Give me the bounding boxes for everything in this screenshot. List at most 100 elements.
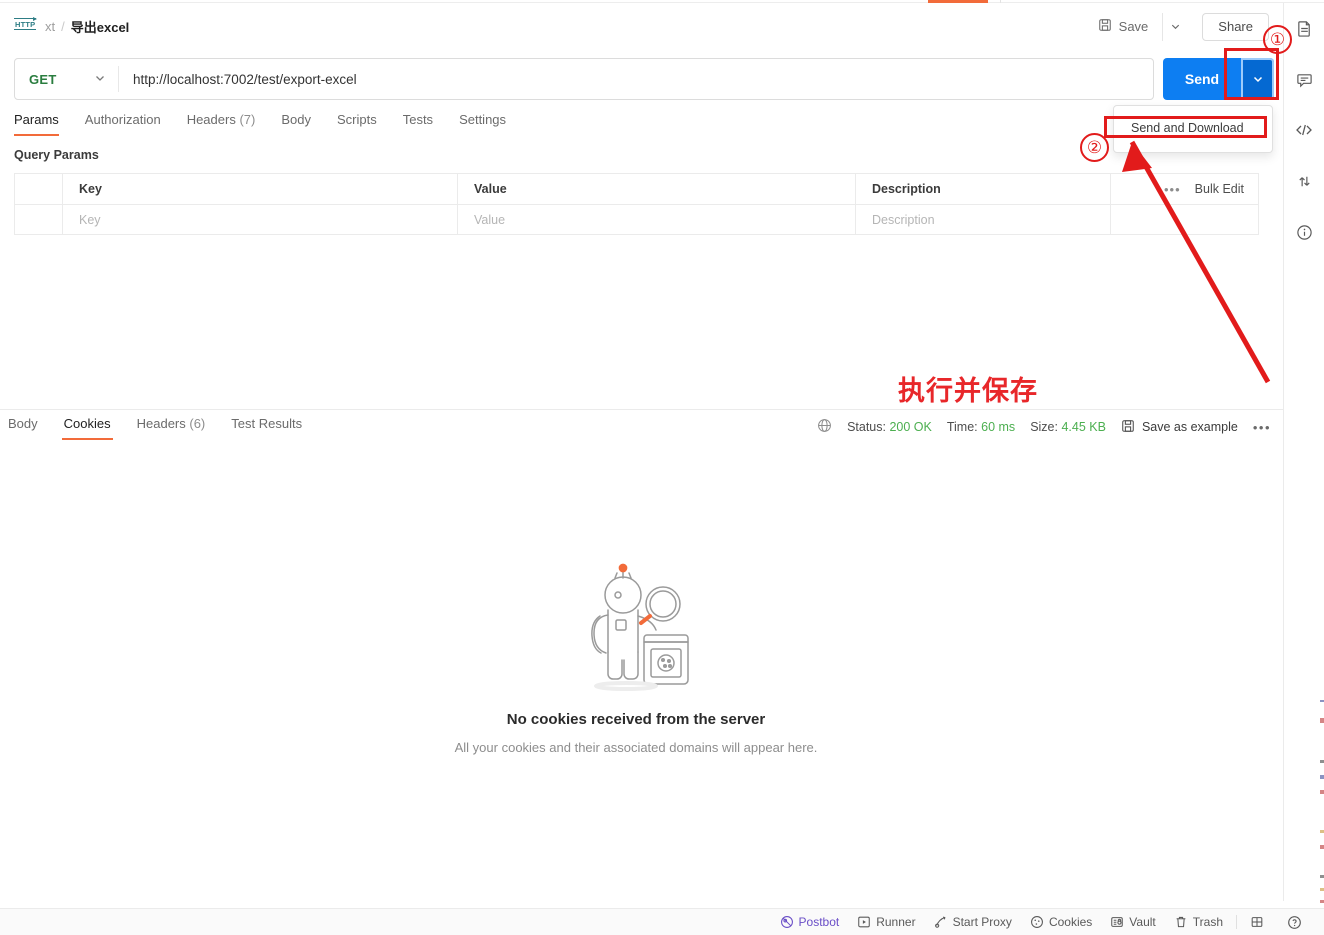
cookies-empty-state: No cookies received from the server All … [0, 560, 1272, 755]
row-key-input[interactable]: Key [79, 213, 101, 227]
comments-icon[interactable] [1291, 66, 1317, 92]
proxy-icon [934, 915, 948, 929]
documentation-icon[interactable] [1291, 15, 1317, 41]
row-description-input[interactable]: Description [872, 213, 935, 227]
tab-body[interactable]: Body [281, 112, 311, 136]
share-button[interactable]: Share [1202, 12, 1269, 41]
http-method-label: GET [29, 71, 57, 87]
save-as-example-label: Save as example [1141, 420, 1238, 434]
column-header-key: Key [79, 182, 102, 196]
response-tab-test-results[interactable]: Test Results [229, 416, 304, 440]
edge-artifact [1320, 700, 1324, 702]
send-button-group: Send [1163, 58, 1274, 100]
response-status: Status: 200 OK [847, 420, 932, 434]
send-options-caret[interactable] [1241, 58, 1274, 100]
response-tab-headers-count: (6) [189, 416, 206, 431]
save-as-example-button[interactable]: Save as example [1121, 419, 1238, 436]
tab-headers-count: (7) [239, 112, 256, 127]
trash-button[interactable]: Trash [1165, 909, 1232, 935]
save-button[interactable]: Save [1088, 13, 1159, 41]
response-more-options-icon[interactable]: ••• [1253, 420, 1271, 435]
start-proxy-label: Start Proxy [952, 915, 1012, 929]
tab-scripts[interactable]: Scripts [337, 112, 377, 136]
breadcrumb-collection[interactable]: xt [45, 19, 55, 34]
edge-artifact [1320, 900, 1324, 903]
edge-artifact [1320, 790, 1324, 794]
size-value: 4.45 KB [1061, 420, 1106, 434]
tab-settings[interactable]: Settings [459, 112, 506, 136]
tab-authorization[interactable]: Authorization [85, 112, 161, 136]
edge-artifact [1320, 775, 1324, 779]
tab-params[interactable]: Params [14, 112, 59, 136]
save-options-caret[interactable] [1162, 12, 1188, 41]
tab-tests-label: Tests [402, 112, 434, 127]
edge-artifact [1320, 845, 1324, 849]
annotation-note-text: 执行并保存 [898, 376, 1038, 407]
tab-headers[interactable]: Headers (7) [187, 112, 256, 136]
url-input[interactable] [119, 59, 1153, 99]
help-button[interactable] [1278, 909, 1316, 935]
bottom-status-bar: Postbot Runner Start Proxy Cookies Vault… [0, 908, 1324, 935]
code-snippet-icon[interactable] [1291, 117, 1317, 143]
time-value: 60 ms [981, 420, 1016, 434]
response-tab-cookies[interactable]: Cookies [61, 416, 113, 440]
http-method-selector[interactable]: GET [15, 59, 118, 99]
tab-body-label: Body [281, 112, 311, 127]
tab-scripts-label: Scripts [336, 112, 377, 127]
cookie-icon [1030, 915, 1044, 929]
share-button-label: Share [1218, 19, 1253, 34]
tab-authorization-label: Authorization [84, 112, 161, 127]
send-and-download-menu-item[interactable]: Send and Download [1114, 116, 1272, 140]
http-protocol-icon: HTTP [14, 16, 37, 36]
response-tab-headers[interactable]: Headers (6) [135, 416, 208, 440]
globe-icon[interactable] [817, 418, 832, 436]
url-input-box: GET [14, 58, 1154, 100]
request-header: HTTP xt / 导出excel Save Share [0, 3, 1283, 50]
breadcrumb-request-name[interactable]: 导出excel [71, 17, 130, 36]
robot-with-cookie-jar-illustration [571, 560, 701, 695]
edge-artifact [1320, 760, 1324, 763]
pane-splitter[interactable] [0, 409, 1283, 410]
floppy-disk-icon [1121, 419, 1135, 436]
header-actions: Save Share [1088, 12, 1269, 41]
tab-settings-label: Settings [459, 112, 507, 127]
layout-panels-button[interactable] [1241, 909, 1278, 935]
cookies-button[interactable]: Cookies [1021, 909, 1101, 935]
vault-label: Vault [1129, 915, 1156, 929]
vault-lock-icon [1110, 915, 1124, 929]
postbot-label: Postbot [798, 915, 840, 929]
start-proxy-button[interactable]: Start Proxy [925, 909, 1021, 935]
send-button[interactable]: Send [1163, 58, 1241, 100]
info-icon[interactable] [1291, 219, 1317, 245]
sync-changes-icon[interactable] [1291, 168, 1317, 194]
annotation-arrow [1122, 140, 1271, 384]
postman-window: HTTP xt / 导出excel Save Share GET http://… [0, 0, 1324, 935]
cookies-label: Cookies [1048, 915, 1093, 929]
request-tabs: Params Authorization Headers (7) Body Sc… [14, 112, 506, 136]
chevron-down-icon [94, 72, 106, 87]
postbot-icon [780, 915, 794, 929]
row-checkbox-cell[interactable] [15, 205, 63, 234]
response-tab-body[interactable]: Body [6, 416, 40, 440]
row-value-input[interactable]: Value [474, 213, 505, 227]
edge-artifact [1320, 830, 1324, 833]
size-label: Size: [1030, 420, 1058, 434]
more-options-icon[interactable]: ••• [1164, 182, 1181, 197]
tab-tests[interactable]: Tests [403, 112, 433, 136]
runner-button[interactable]: Runner [848, 909, 924, 935]
edge-artifact [1320, 718, 1324, 723]
table-header-row: Key Value Description ••• Bulk Edit [14, 173, 1259, 204]
annotation-marker-two: ② [1080, 133, 1109, 162]
postbot-button[interactable]: Postbot [771, 909, 849, 935]
query-params-table: Key Value Description ••• Bulk Edit Key … [14, 173, 1259, 235]
save-button-label: Save [1118, 19, 1149, 34]
response-tabs: Body Cookies Headers (6) Test Results [6, 416, 304, 440]
bulk-edit-button[interactable]: Bulk Edit [1195, 182, 1244, 196]
table-actions: ••• Bulk Edit [1110, 174, 1258, 204]
response-tab-body-label: Body [8, 416, 38, 431]
vault-button[interactable]: Vault [1101, 909, 1164, 935]
trash-icon [1174, 915, 1188, 929]
empty-state-title: No cookies received from the server [506, 711, 766, 728]
query-params-title: Query Params [14, 148, 99, 162]
tab-headers-label: Headers [186, 112, 236, 127]
